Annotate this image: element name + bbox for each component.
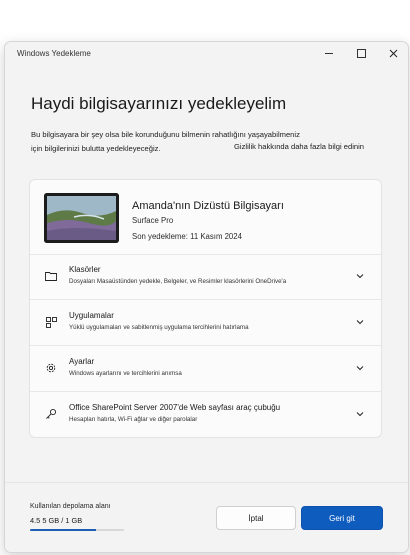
- section-subtitle: Yüklü uygulamaları ve sabitlenmiş uygula…: [69, 324, 249, 331]
- device-thumbnail: [44, 193, 119, 243]
- chevron-down-icon[interactable]: [355, 363, 365, 373]
- landscape-image: [44, 193, 119, 243]
- cancel-button[interactable]: İptal: [216, 506, 296, 530]
- storage-progress-fill: [30, 529, 96, 531]
- title-bar: Windows Yedekleme: [5, 42, 408, 66]
- footer: Kullanılan depolama alanı 4.5 5 GB / 1 G…: [5, 482, 408, 552]
- close-icon: [389, 49, 397, 57]
- apps-icon: [44, 315, 58, 329]
- section-folders[interactable]: Klasörler Dosyaları Masaüstünden yedekle…: [30, 254, 381, 300]
- section-apps[interactable]: Uygulamalar Yüklü uygulamaları ve sabitl…: [30, 300, 381, 346]
- gear-icon: [44, 361, 58, 375]
- description-line-1: Bu bilgisayara bir şey olsa bile korundu…: [31, 130, 300, 139]
- minimize-icon: [325, 52, 333, 54]
- back-button[interactable]: Geri git: [301, 506, 383, 530]
- section-title: Uygulamalar: [69, 311, 114, 320]
- chevron-down-icon[interactable]: [355, 271, 365, 281]
- section-subtitle: Hesapları hatırla, Wi-Fi ağlar ve diğer …: [69, 416, 198, 423]
- section-subtitle: Windows ayarlarını ve tercihlerini anıms…: [69, 370, 182, 377]
- section-title: Ayarlar: [69, 357, 95, 366]
- section-credentials[interactable]: Office SharePoint Server 2007'de Web say…: [30, 392, 381, 437]
- key-icon: [44, 407, 58, 421]
- device-name: Amanda'nın Dizüstü Bilgisayarı: [132, 200, 284, 212]
- privacy-link[interactable]: Gizlilik hakkında daha fazla bilgi edini…: [234, 142, 364, 151]
- section-title: Office SharePoint Server 2007'de Web say…: [69, 403, 281, 412]
- minimize-button[interactable]: [321, 46, 337, 60]
- section-title: Klasörler: [69, 265, 101, 274]
- section-subtitle: Dosyaları Masaüstünden yedekle, Belgeler…: [69, 278, 287, 285]
- section-settings[interactable]: Ayarlar Windows ayarlarını ve tercihleri…: [30, 346, 381, 392]
- close-button[interactable]: [385, 46, 401, 60]
- backup-window: Windows Yedekleme Haydi bilgisayarınızı …: [4, 41, 409, 553]
- storage-progress-bar: [30, 529, 124, 531]
- device-model: Surface Pro: [132, 216, 174, 225]
- maximize-icon: [356, 48, 366, 58]
- storage-value: 4.5 5 GB / 1 GB: [30, 516, 83, 525]
- last-backup-date: Son yedekleme: 11 Kasım 2024: [132, 232, 242, 241]
- window-title: Windows Yedekleme: [17, 49, 91, 58]
- chevron-down-icon[interactable]: [355, 409, 365, 419]
- device-info: Amanda'nın Dizüstü Bilgisayarı Surface P…: [30, 180, 381, 255]
- backup-options-card: Amanda'nın Dizüstü Bilgisayarı Surface P…: [29, 179, 382, 438]
- maximize-button[interactable]: [353, 46, 369, 60]
- chevron-down-icon[interactable]: [355, 317, 365, 327]
- storage-label: Kullanılan depolama alanı: [30, 503, 111, 510]
- page-title: Haydi bilgisayarınızı yedekleyelim: [31, 94, 287, 113]
- folder-icon: [44, 269, 58, 283]
